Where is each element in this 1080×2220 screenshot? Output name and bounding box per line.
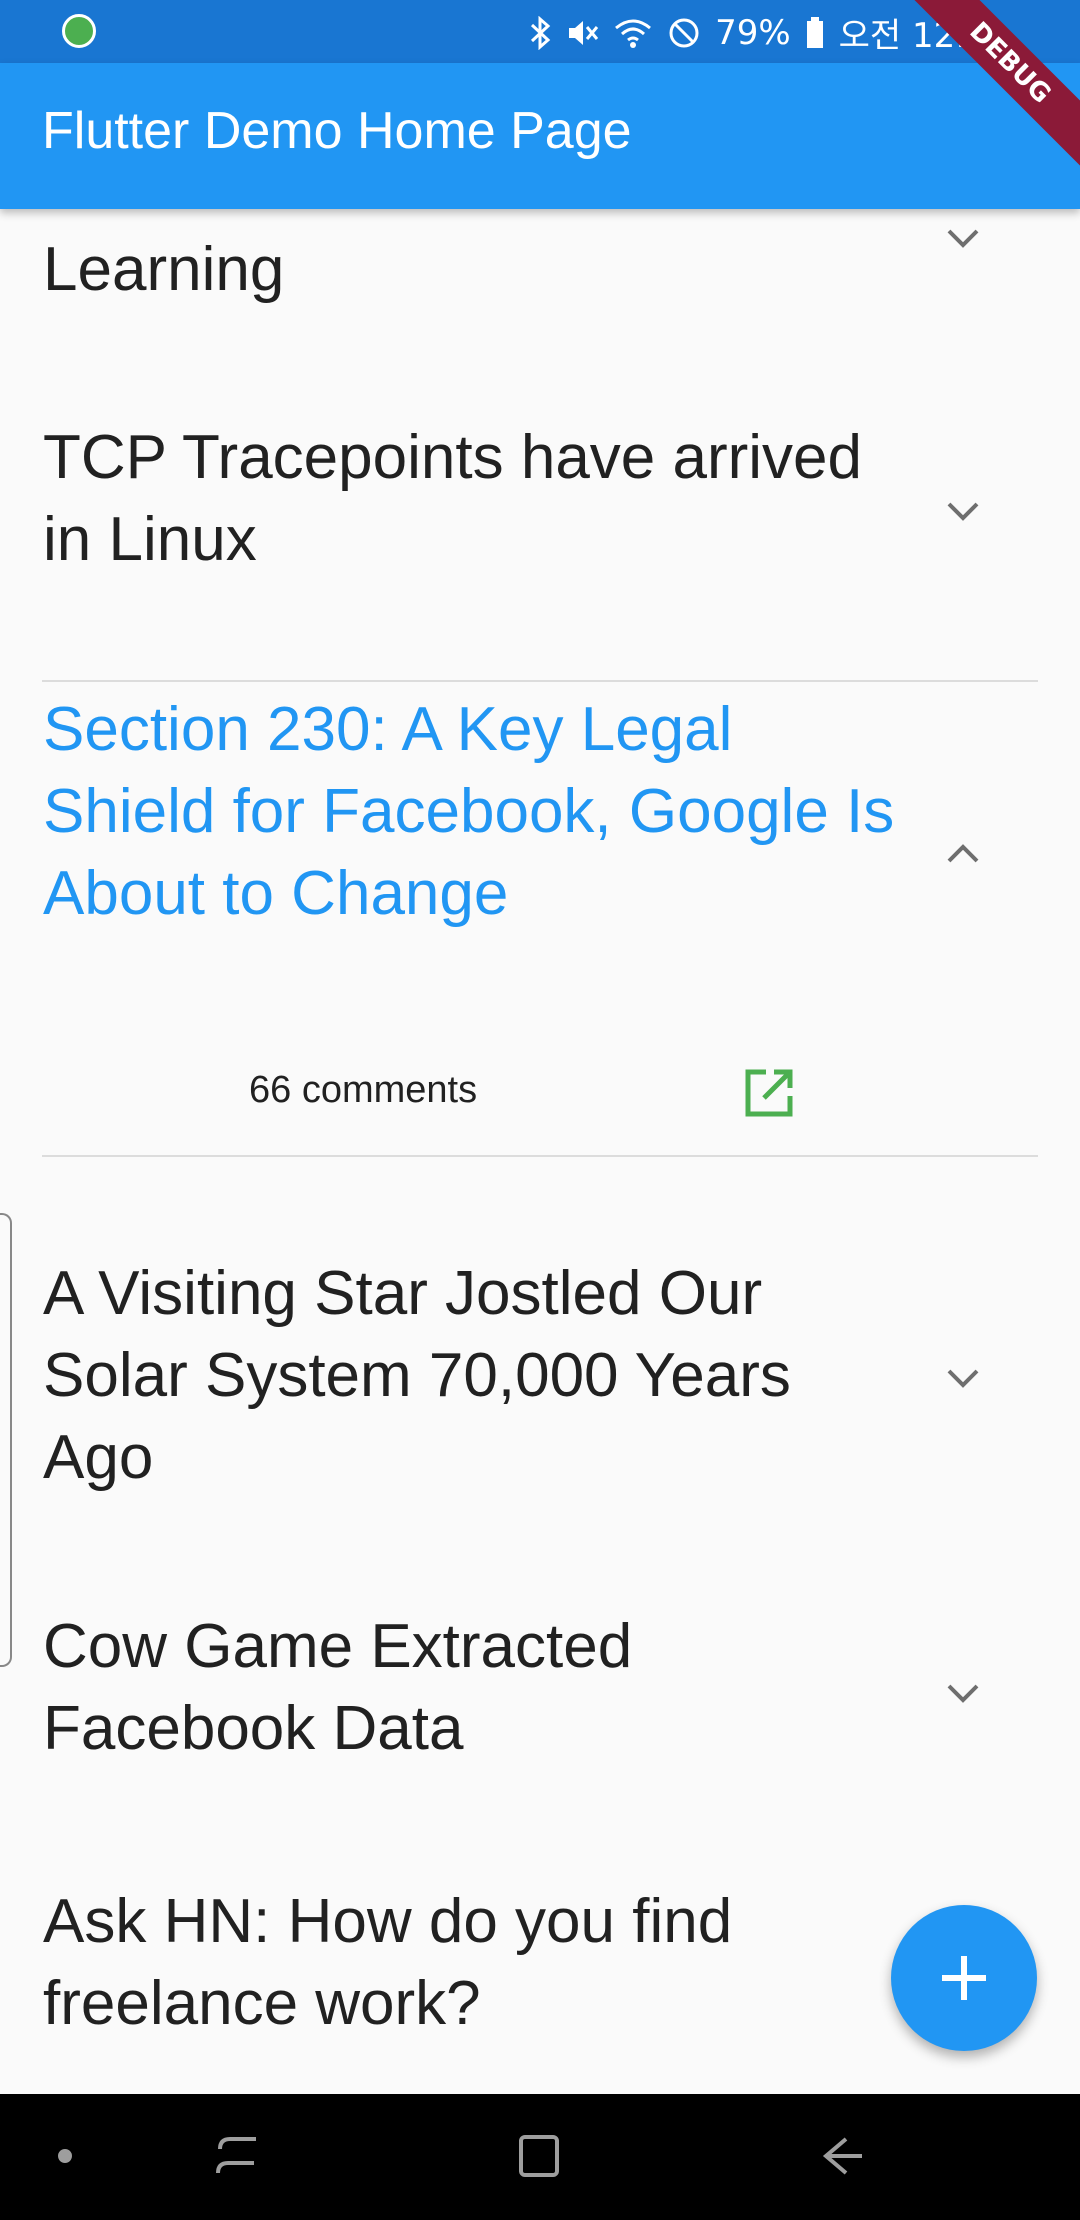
comments-count[interactable]: 66 comments <box>249 1069 477 1112</box>
edge-panel-handle[interactable] <box>0 1213 12 1667</box>
chevron-down-icon[interactable] <box>943 490 983 530</box>
do-not-disturb-icon <box>669 18 699 47</box>
recents-icon[interactable] <box>212 2129 262 2183</box>
back-icon[interactable] <box>818 2129 868 2183</box>
add-button[interactable] <box>891 1905 1037 2051</box>
chevron-up-icon[interactable] <box>943 835 983 875</box>
wifi-icon <box>615 19 652 48</box>
app-bar: Flutter Demo Home Page <box>0 63 1080 209</box>
navigation-bar <box>0 2094 1080 2220</box>
chevron-down-icon[interactable] <box>943 217 983 257</box>
page-title: Flutter Demo Home Page <box>42 102 632 160</box>
story-list: Learning TCP Tracepoints have arrived in… <box>0 209 1080 2094</box>
story-title: A Visiting Star Jostled Our Solar System… <box>43 1259 791 1492</box>
chevron-down-icon[interactable] <box>943 1357 983 1397</box>
battery-percent: 79% <box>715 12 791 53</box>
app-notification-icon <box>62 14 96 48</box>
chevron-down-icon[interactable] <box>943 1672 983 1712</box>
battery-icon <box>806 16 823 48</box>
divider <box>42 680 1038 682</box>
status-bar: 79% 오전 12:51 <box>0 0 1080 63</box>
story-title: Section 230: A Key Legal Shield for Face… <box>43 695 895 928</box>
story-title: Ask HN: How do you find freelance work? <box>43 1887 733 2038</box>
dot-icon[interactable] <box>55 2146 75 2166</box>
mute-icon <box>569 20 599 45</box>
story-title: Learning <box>43 235 285 304</box>
story-title: Cow Game Extracted Facebook Data <box>43 1612 633 1763</box>
open-in-new-icon[interactable] <box>742 1066 796 1120</box>
story-title: TCP Tracepoints have arrived in Linux <box>43 423 863 574</box>
divider <box>42 1155 1038 1157</box>
bluetooth-icon <box>531 15 551 50</box>
home-icon[interactable] <box>515 2129 563 2183</box>
plus-icon <box>942 1956 986 2000</box>
